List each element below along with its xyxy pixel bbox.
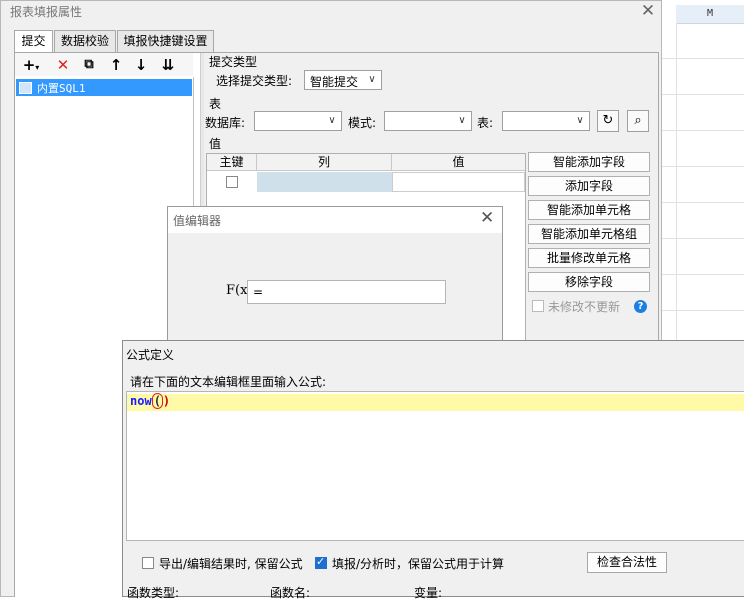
smart-add-field-button[interactable]: 智能添加字段 (528, 152, 650, 172)
chevron-down-icon: ∨ (328, 115, 336, 126)
submit-type-select[interactable]: 智能提交 ∨ (304, 70, 382, 90)
grid-line (662, 130, 744, 131)
unmodified-no-update-label: 未修改不更新 (548, 300, 621, 314)
smart-add-cell-button[interactable]: 智能添加单元格 (528, 200, 650, 220)
variable-label: 变量: (414, 586, 443, 600)
function-type-label: 函数类型: (127, 586, 180, 600)
schema-select[interactable]: ∨ (384, 111, 472, 131)
close-icon[interactable]: ✕ (640, 1, 656, 21)
grid-line (662, 166, 744, 167)
copy-icon[interactable]: ⧉ (79, 55, 99, 75)
column-header-value[interactable]: 值 (392, 154, 525, 171)
table-icon (19, 82, 32, 94)
table-row-key-cell (207, 172, 258, 192)
tree-item-sql[interactable]: 内置SQL1 (16, 79, 192, 96)
tab-shortcut-settings[interactable]: 填报快捷键设置 (117, 30, 214, 53)
grid-line (662, 238, 744, 239)
keep-formula-on-fill-checkbox[interactable] (315, 555, 327, 569)
submit-type-section-label: 提交类型 (209, 55, 258, 69)
schema-label: 模式: (348, 116, 377, 130)
batch-modify-cell-button[interactable]: 批量修改单元格 (528, 248, 650, 268)
tree-toolbar: +▾ ✕ ⧉ ↑ ↓ ⇊ (15, 53, 193, 76)
database-label: 数据库: (205, 116, 246, 130)
tab-data-validation[interactable]: 数据校验 (54, 30, 116, 53)
remove-field-button[interactable]: 移除字段 (528, 272, 650, 292)
table-label: 表: (477, 116, 494, 130)
column-header-column[interactable]: 列 (257, 154, 392, 171)
keep-formula-on-export-checkbox[interactable] (142, 557, 154, 569)
table-select[interactable]: ∨ (502, 111, 590, 131)
submit-type-label: 选择提交类型: (216, 74, 293, 88)
value-editor-title: 值编辑器 (173, 214, 222, 228)
delete-icon[interactable]: ✕ (53, 55, 73, 75)
table-section-label: 表 (209, 97, 222, 111)
chevron-down-icon: ∨ (368, 74, 376, 85)
keep-formula-on-fill-label: 填报/分析时，保留公式用于计算 (332, 557, 505, 571)
table-row-column-cell[interactable] (257, 172, 392, 192)
grid-line (662, 202, 744, 203)
sort-icon[interactable]: ⇊ (158, 55, 178, 75)
dialog-title: 报表填报属性 (10, 5, 83, 19)
smart-add-cell-group-button[interactable]: 智能添加单元格组 (528, 224, 650, 244)
add-icon[interactable]: +▾ (21, 55, 41, 75)
current-line-highlight (127, 394, 744, 411)
grid-line (662, 94, 744, 95)
database-select[interactable]: ∨ (254, 111, 342, 131)
formula-dialog-title: 公式定义 (126, 348, 175, 362)
formula-prompt: 请在下面的文本编辑框里面输入公式: (130, 375, 327, 389)
add-field-button[interactable]: 添加字段 (528, 176, 650, 196)
chevron-down-icon: ∨ (576, 115, 584, 126)
column-header-m[interactable]: M (676, 5, 744, 24)
move-up-icon[interactable]: ↑ (106, 55, 126, 75)
chevron-down-icon: ∨ (458, 115, 466, 126)
grid-line (662, 58, 744, 59)
keep-formula-on-export-label: 导出/编辑结果时, 保留公式 (159, 557, 303, 571)
unmodified-no-update-checkbox[interactable] (532, 300, 544, 312)
grid-line (676, 23, 677, 343)
grid-line (662, 310, 744, 311)
column-header-key[interactable]: 主键 (207, 154, 257, 171)
grid-line (662, 274, 744, 275)
value-section-label: 值 (209, 137, 222, 151)
formula-editor[interactable] (126, 391, 744, 541)
function-name-label: 函数名: (270, 586, 311, 600)
move-down-icon[interactable]: ↓ (131, 55, 151, 75)
tab-submit[interactable]: 提交 (14, 30, 53, 54)
primary-key-checkbox[interactable] (226, 176, 238, 188)
refresh-icon[interactable]: ↻ (597, 110, 619, 132)
help-icon[interactable]: ? (634, 300, 647, 313)
check-validity-button[interactable]: 检查合法性 (587, 552, 667, 573)
formula-text[interactable]: now() (130, 393, 170, 409)
search-table-icon[interactable]: ⌕ (627, 110, 649, 132)
table-row-value-cell[interactable] (392, 172, 525, 192)
value-input[interactable]: = (247, 280, 446, 304)
close-icon[interactable]: ✕ (480, 208, 494, 228)
